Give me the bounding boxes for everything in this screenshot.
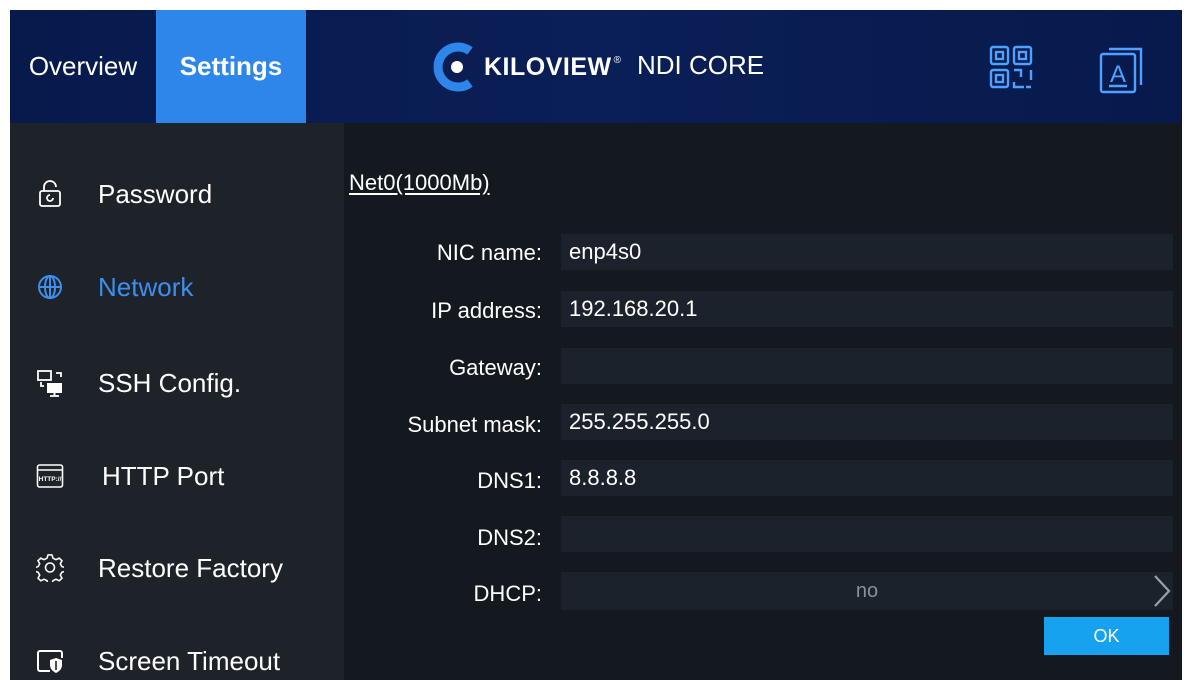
sidebar-item-network[interactable]: Network [10,247,344,327]
chevron-right-icon [1154,575,1171,607]
app-window: Overview Settings KILOVIEW ® NDI CORE A … [10,10,1182,680]
dhcp-label: DHCP: [473,581,542,606]
sidebar-item-password[interactable]: Password [10,154,344,234]
sidebar-item-http-port[interactable]: HTTP:// HTTP Port [10,436,344,516]
subnet-mask-input[interactable]: 255.255.255.0 [561,404,1173,440]
dhcp-select[interactable]: no [561,572,1173,610]
ip-address-label: IP address: [431,298,542,323]
gear-icon [36,554,64,582]
sidebar-item-label: Password [98,178,213,209]
sidebar-item-label: Screen Timeout [98,645,281,676]
top-bar: Overview Settings KILOVIEW ® NDI CORE A [10,10,1182,123]
dns2-label: DNS2: [477,525,542,550]
ip-address-input[interactable]: 192.168.20.1 [561,291,1173,327]
settings-sidebar: Password Network SSH Config. HTTP:// HTT… [10,123,344,680]
dns1-label: DNS1: [477,468,542,493]
brand-logo: KILOVIEW ® [430,40,621,94]
tab-overview[interactable]: Overview [10,10,156,123]
ok-button[interactable]: OK [1044,617,1169,655]
globe-icon [38,275,62,299]
network-settings-panel: Net0(1000Mb) NIC name: enp4s0 IP address… [344,123,1182,680]
dns2-input[interactable] [561,516,1173,552]
dns1-input[interactable]: 8.8.8.8 [561,460,1173,496]
sidebar-item-label: SSH Config. [98,367,242,398]
sidebar-item-restore-factory[interactable]: Restore Factory [10,528,344,608]
product-name: NDI CORE [637,50,765,80]
http-browser-icon: HTTP:// [36,464,64,488]
brand-registered-mark: ® [613,54,621,66]
language-icon: A [1099,47,1143,94]
nic-section-title[interactable]: Net0(1000Mb) [349,170,490,196]
sidebar-item-label: HTTP Port [102,460,225,491]
dhcp-value: no [855,580,879,602]
subnet-mask-label: Subnet mask: [407,412,542,437]
language-button[interactable]: A [1098,46,1146,94]
gateway-label: Gateway: [449,355,542,380]
sidebar-item-label: Restore Factory [98,552,283,583]
http-icon-text: HTTP:// [39,476,62,483]
sidebar-item-label: Network [98,271,194,302]
lock-icon [39,180,61,207]
kiloview-logo-icon [433,42,473,92]
nic-name-label: NIC name: [436,240,542,265]
sidebar-item-screen-timeout[interactable]: Screen Timeout [10,621,344,680]
language-letter: A [1110,61,1126,88]
brand-name: KILOVIEW [484,52,612,81]
screen-shield-icon [37,650,63,673]
tab-settings[interactable]: Settings [156,10,306,123]
sidebar-item-ssh-config[interactable]: SSH Config. [10,343,344,423]
nic-name-field: enp4s0 [561,234,1173,270]
qr-code-icon[interactable] [988,44,1034,90]
gateway-input[interactable] [561,348,1173,384]
ssh-terminal-icon [37,370,62,397]
